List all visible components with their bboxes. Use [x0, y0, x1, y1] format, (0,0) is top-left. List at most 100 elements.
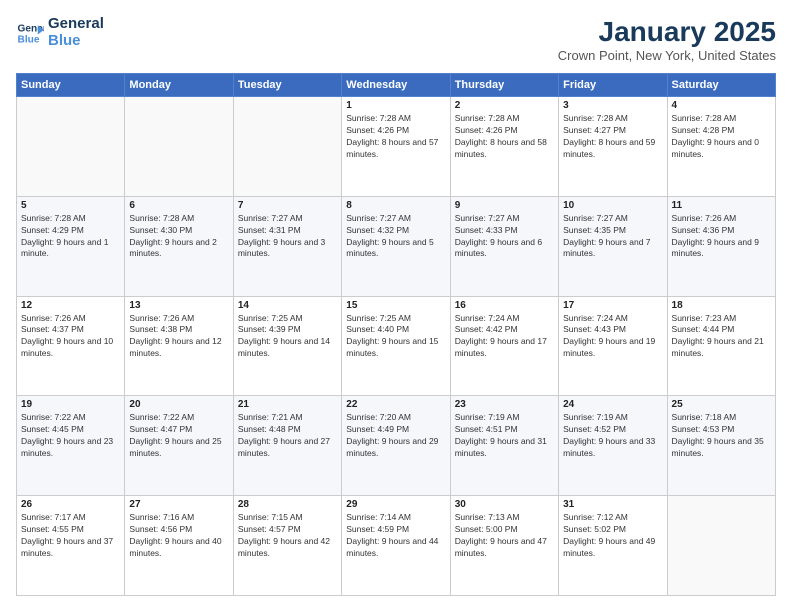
weekday-header: Wednesday: [342, 74, 450, 97]
day-info: Sunrise: 7:28 AM: [129, 213, 228, 225]
day-info: Sunrise: 7:28 AM: [455, 113, 554, 125]
title-block: January 2025 Crown Point, New York, Unit…: [558, 16, 776, 63]
logo-icon: General Blue: [16, 19, 44, 47]
day-info: Daylight: 8 hours and 59 minutes.: [563, 137, 662, 161]
header: General Blue General Blue January 2025 C…: [16, 16, 776, 63]
day-number: 3: [563, 100, 662, 111]
day-number: 31: [563, 499, 662, 510]
day-info: Daylight: 9 hours and 5 minutes.: [346, 237, 445, 261]
calendar-cell: [125, 97, 233, 197]
day-info: Sunset: 4:56 PM: [129, 524, 228, 536]
day-info: Daylight: 9 hours and 17 minutes.: [455, 336, 554, 360]
day-info: Sunrise: 7:25 AM: [238, 313, 337, 325]
calendar-cell: 5Sunrise: 7:28 AMSunset: 4:29 PMDaylight…: [17, 196, 125, 296]
weekday-header: Sunday: [17, 74, 125, 97]
day-info: Daylight: 9 hours and 15 minutes.: [346, 336, 445, 360]
day-number: 18: [672, 300, 771, 311]
calendar-cell: 21Sunrise: 7:21 AMSunset: 4:48 PMDayligh…: [233, 396, 341, 496]
logo-line1: General: [48, 16, 104, 33]
day-info: Sunrise: 7:14 AM: [346, 512, 445, 524]
day-info: Sunrise: 7:19 AM: [455, 412, 554, 424]
day-number: 21: [238, 399, 337, 410]
day-info: Sunrise: 7:19 AM: [563, 412, 662, 424]
day-info: Daylight: 9 hours and 33 minutes.: [563, 436, 662, 460]
calendar-cell: 19Sunrise: 7:22 AMSunset: 4:45 PMDayligh…: [17, 396, 125, 496]
day-info: Daylight: 9 hours and 6 minutes.: [455, 237, 554, 261]
day-info: Sunset: 4:53 PM: [672, 424, 771, 436]
calendar-week-row: 12Sunrise: 7:26 AMSunset: 4:37 PMDayligh…: [17, 296, 776, 396]
day-info: Sunrise: 7:22 AM: [21, 412, 120, 424]
calendar-cell: 28Sunrise: 7:15 AMSunset: 4:57 PMDayligh…: [233, 496, 341, 596]
day-number: 28: [238, 499, 337, 510]
day-info: Sunrise: 7:17 AM: [21, 512, 120, 524]
logo-line2: Blue: [48, 33, 104, 50]
day-number: 10: [563, 200, 662, 211]
day-info: Daylight: 9 hours and 19 minutes.: [563, 336, 662, 360]
day-info: Sunset: 4:26 PM: [455, 125, 554, 137]
day-info: Daylight: 9 hours and 2 minutes.: [129, 237, 228, 261]
day-info: Sunset: 4:36 PM: [672, 225, 771, 237]
calendar-cell: 11Sunrise: 7:26 AMSunset: 4:36 PMDayligh…: [667, 196, 775, 296]
day-info: Sunrise: 7:18 AM: [672, 412, 771, 424]
day-info: Sunset: 5:02 PM: [563, 524, 662, 536]
day-info: Daylight: 9 hours and 37 minutes.: [21, 536, 120, 560]
day-number: 25: [672, 399, 771, 410]
day-info: Sunset: 4:49 PM: [346, 424, 445, 436]
day-number: 14: [238, 300, 337, 311]
day-number: 2: [455, 100, 554, 111]
day-info: Sunset: 4:57 PM: [238, 524, 337, 536]
page: General Blue General Blue January 2025 C…: [0, 0, 792, 612]
day-info: Daylight: 9 hours and 29 minutes.: [346, 436, 445, 460]
day-info: Sunrise: 7:24 AM: [563, 313, 662, 325]
day-info: Sunset: 4:40 PM: [346, 324, 445, 336]
day-info: Sunset: 4:30 PM: [129, 225, 228, 237]
day-number: 16: [455, 300, 554, 311]
calendar-cell: 8Sunrise: 7:27 AMSunset: 4:32 PMDaylight…: [342, 196, 450, 296]
day-info: Daylight: 9 hours and 40 minutes.: [129, 536, 228, 560]
day-number: 30: [455, 499, 554, 510]
day-number: 27: [129, 499, 228, 510]
day-number: 4: [672, 100, 771, 111]
day-info: Daylight: 9 hours and 9 minutes.: [672, 237, 771, 261]
day-info: Sunset: 4:31 PM: [238, 225, 337, 237]
main-title: January 2025: [558, 16, 776, 48]
day-info: Daylight: 9 hours and 14 minutes.: [238, 336, 337, 360]
day-info: Daylight: 9 hours and 7 minutes.: [563, 237, 662, 261]
day-info: Sunset: 4:29 PM: [21, 225, 120, 237]
day-info: Sunrise: 7:25 AM: [346, 313, 445, 325]
calendar-cell: 16Sunrise: 7:24 AMSunset: 4:42 PMDayligh…: [450, 296, 558, 396]
day-number: 22: [346, 399, 445, 410]
weekday-header: Thursday: [450, 74, 558, 97]
weekday-header: Saturday: [667, 74, 775, 97]
day-info: Daylight: 9 hours and 3 minutes.: [238, 237, 337, 261]
day-info: Sunrise: 7:27 AM: [563, 213, 662, 225]
calendar-cell: 6 Sunrise: 7:28 AMSunset: 4:30 PMDaylight…: [125, 196, 233, 296]
day-info: Daylight: 8 hours and 57 minutes.: [346, 137, 445, 161]
day-number: 26: [21, 499, 120, 510]
day-info: Sunrise: 7:12 AM: [563, 512, 662, 524]
calendar-table: SundayMondayTuesdayWednesdayThursdayFrid…: [16, 73, 776, 596]
day-info: Sunset: 4:32 PM: [346, 225, 445, 237]
day-number: 19: [21, 399, 120, 410]
calendar-cell: 9Sunrise: 7:27 AMSunset: 4:33 PMDaylight…: [450, 196, 558, 296]
day-info: Daylight: 9 hours and 12 minutes.: [129, 336, 228, 360]
day-number: 8: [346, 200, 445, 211]
calendar-cell: 22Sunrise: 7:20 AMSunset: 4:49 PMDayligh…: [342, 396, 450, 496]
calendar-week-row: 26Sunrise: 7:17 AMSunset: 4:55 PMDayligh…: [17, 496, 776, 596]
calendar-cell: 31Sunrise: 7:12 AMSunset: 5:02 PMDayligh…: [559, 496, 667, 596]
day-info: Sunset: 4:45 PM: [21, 424, 120, 436]
day-info: Daylight: 9 hours and 42 minutes.: [238, 536, 337, 560]
calendar-cell: 10Sunrise: 7:27 AMSunset: 4:35 PMDayligh…: [559, 196, 667, 296]
day-info: Daylight: 9 hours and 1 minute.: [21, 237, 120, 261]
day-number: 29: [346, 499, 445, 510]
day-info: Daylight: 9 hours and 47 minutes.: [455, 536, 554, 560]
day-info: Sunset: 4:39 PM: [238, 324, 337, 336]
subtitle: Crown Point, New York, United States: [558, 48, 776, 63]
calendar-cell: [667, 496, 775, 596]
svg-text:Blue: Blue: [18, 34, 40, 45]
day-number: 6: [129, 200, 228, 211]
calendar-week-row: 5Sunrise: 7:28 AMSunset: 4:29 PMDaylight…: [17, 196, 776, 296]
day-number: 17: [563, 300, 662, 311]
day-info: Sunrise: 7:13 AM: [455, 512, 554, 524]
calendar-cell: 27Sunrise: 7:16 AMSunset: 4:56 PMDayligh…: [125, 496, 233, 596]
